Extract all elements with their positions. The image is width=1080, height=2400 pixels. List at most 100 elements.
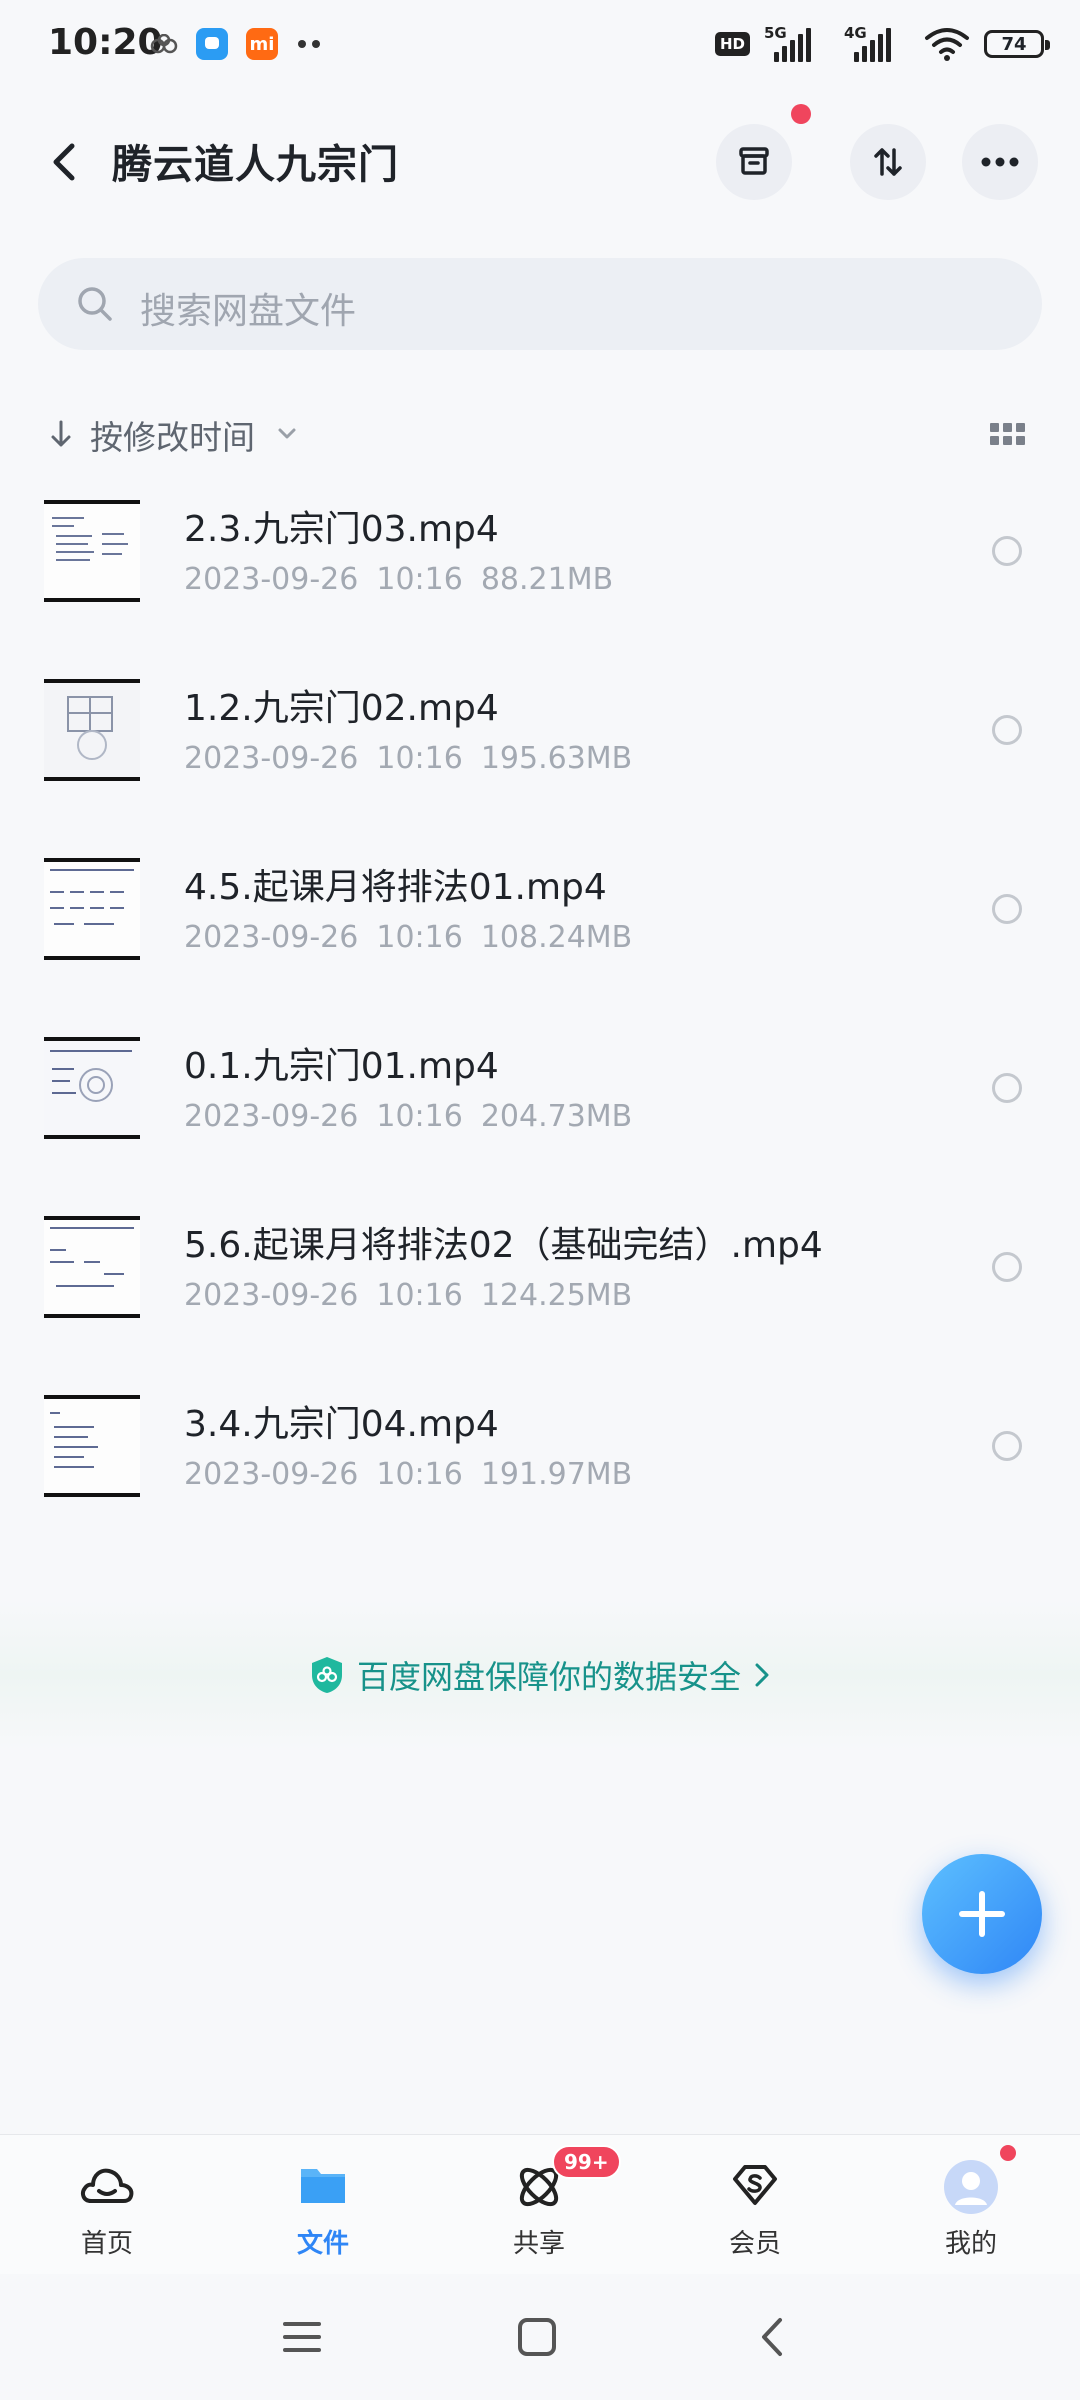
select-radio[interactable] (992, 715, 1022, 745)
file-date: 2023-09-26 (184, 1457, 359, 1492)
file-item[interactable]: 3.4.九宗门04.mp4 2023-09-26 10:16 191.97MB (0, 1383, 1080, 1562)
home-cloud-icon (81, 2168, 134, 2203)
notification-dot (1000, 2145, 1016, 2161)
file-item[interactable]: 2.3.九宗门03.mp4 2023-09-26 10:16 88.21MB (0, 488, 1080, 667)
page-title: 腾云道人九宗门 (112, 142, 399, 188)
file-time: 10:16 (376, 1099, 463, 1134)
security-banner[interactable]: 百度网盘保障你的数据安全 (0, 1600, 1080, 1750)
tab-membership[interactable]: 会员 (690, 2135, 820, 2275)
file-date: 2023-09-26 (184, 1099, 359, 1134)
file-name: 2.3.九宗门03.mp4 (184, 509, 499, 550)
back-button[interactable] (40, 134, 90, 190)
file-time: 10:16 (376, 920, 463, 955)
file-date: 2023-09-26 (184, 741, 359, 776)
chevron-right-icon (755, 1663, 769, 1687)
header: 腾云道人九宗门 (0, 104, 1080, 215)
battery-indicator: 74 (984, 30, 1050, 58)
file-size: 88.21MB (480, 562, 614, 597)
file-size: 195.63MB (480, 741, 633, 776)
sort-by-modified-time[interactable]: 按修改时间 (90, 411, 255, 459)
transfer-arrows-icon (874, 148, 902, 176)
sort-arrow-down-icon[interactable] (48, 419, 74, 449)
select-radio[interactable] (992, 1431, 1022, 1461)
avatar (944, 2160, 998, 2214)
video-thumbnail (44, 1037, 140, 1139)
video-thumbnail (44, 500, 140, 602)
file-name: 1.2.九宗门02.mp4 (184, 688, 499, 729)
system-navigation-bar (0, 2274, 1080, 2400)
search-icon (78, 287, 112, 321)
file-meta: 2023-09-26 10:16 108.24MB (184, 920, 650, 955)
file-name: 4.5.起课月将排法01.mp4 (184, 867, 607, 908)
vip-diamond-icon (733, 2165, 777, 2205)
shield-icon (311, 1657, 342, 1693)
status-time: 10:20 (48, 22, 163, 63)
tab-profile[interactable]: 我的 (906, 2135, 1036, 2275)
grid-view-icon[interactable] (990, 423, 1025, 445)
file-meta: 2023-09-26 10:16 124.25MB (184, 1278, 650, 1313)
system-back-button[interactable] (748, 2312, 798, 2362)
file-date: 2023-09-26 (184, 562, 359, 597)
archive-button[interactable] (716, 124, 792, 200)
file-name: 0.1.九宗门01.mp4 (184, 1046, 499, 1087)
file-time: 10:16 (376, 1457, 463, 1492)
tab-label: 文件 (296, 2229, 349, 2259)
file-item[interactable]: 5.6.起课月将排法02（基础完结）.mp4 2023-09-26 10:16 12… (0, 1204, 1080, 1383)
file-name: 5.6.起课月将排法02（基础完结）.mp4 (184, 1225, 823, 1266)
file-date: 2023-09-26 (184, 1278, 359, 1313)
signal-4g-icon: 4G (844, 24, 910, 64)
home-button[interactable] (512, 2312, 562, 2362)
tab-files[interactable]: 文件 (258, 2135, 388, 2275)
more-options-button[interactable] (962, 124, 1038, 200)
select-radio[interactable] (992, 1252, 1022, 1282)
notification-badge: 99+ (552, 2145, 621, 2179)
wifi-icon (925, 28, 969, 61)
tab-label: 会员 (728, 2229, 781, 2259)
file-size: 108.24MB (480, 920, 633, 955)
more-notifications-icon (298, 40, 320, 48)
back-triangle-icon (762, 2318, 782, 2356)
file-item[interactable]: 1.2.九宗门02.mp4 2023-09-26 10:16 195.63MB (0, 667, 1080, 846)
file-time: 10:16 (376, 1278, 463, 1313)
banner-text: 百度网盘保障你的数据安全 (356, 1658, 741, 1696)
search-input[interactable]: 搜索网盘文件 (38, 258, 1042, 350)
file-list: 2.3.九宗门03.mp4 2023-09-26 10:16 88.21MB 1.2… (0, 488, 1080, 1562)
video-thumbnail (44, 858, 140, 960)
tab-label: 共享 (512, 2229, 565, 2259)
select-radio[interactable] (992, 536, 1022, 566)
add-button[interactable] (922, 1854, 1042, 1974)
file-size: 124.25MB (480, 1278, 633, 1313)
mi-app-icon: mi (246, 28, 278, 60)
video-thumbnail (44, 1216, 140, 1318)
more-horizontal-icon (981, 157, 1019, 167)
search-placeholder: 搜索网盘文件 (140, 291, 357, 332)
menu-button[interactable] (277, 2312, 327, 2362)
file-time: 10:16 (376, 562, 463, 597)
file-size: 191.97MB (480, 1457, 633, 1492)
folder-icon (301, 2169, 345, 2203)
messages-app-icon (196, 28, 228, 60)
tab-share[interactable]: 99+ 共享 (474, 2135, 621, 2275)
hd-voice-icon: HD (714, 32, 750, 56)
sort-bar: 按修改时间 (0, 405, 1080, 461)
square-icon (518, 2318, 556, 2356)
archive-icon (739, 147, 769, 175)
file-date: 2023-09-26 (184, 920, 359, 955)
chevron-down-icon[interactable] (276, 425, 298, 443)
status-bar: 10:20 mi HD 5G 4G 74 (0, 0, 1080, 96)
file-meta: 2023-09-26 10:16 204.73MB (184, 1099, 650, 1134)
file-item[interactable]: 4.5.起课月将排法01.mp4 2023-09-26 10:16 108.24MB (0, 846, 1080, 1025)
baidu-cloud-notification-icon (150, 34, 178, 54)
file-item[interactable]: 0.1.九宗门01.mp4 2023-09-26 10:16 204.73MB (0, 1025, 1080, 1204)
select-radio[interactable] (992, 1073, 1022, 1103)
file-meta: 2023-09-26 10:16 195.63MB (184, 741, 650, 776)
chevron-left-icon (53, 143, 75, 181)
tab-home[interactable]: 首页 (42, 2135, 172, 2275)
file-size: 204.73MB (480, 1099, 633, 1134)
file-name: 3.4.九宗门04.mp4 (184, 1404, 499, 1445)
tab-label: 我的 (944, 2229, 997, 2259)
transfer-button[interactable] (850, 124, 926, 200)
bottom-tab-bar: 首页 文件 99+ 共享 会员 我的 (0, 2134, 1080, 2275)
signal-5g-icon: 5G (764, 24, 830, 64)
select-radio[interactable] (992, 894, 1022, 924)
